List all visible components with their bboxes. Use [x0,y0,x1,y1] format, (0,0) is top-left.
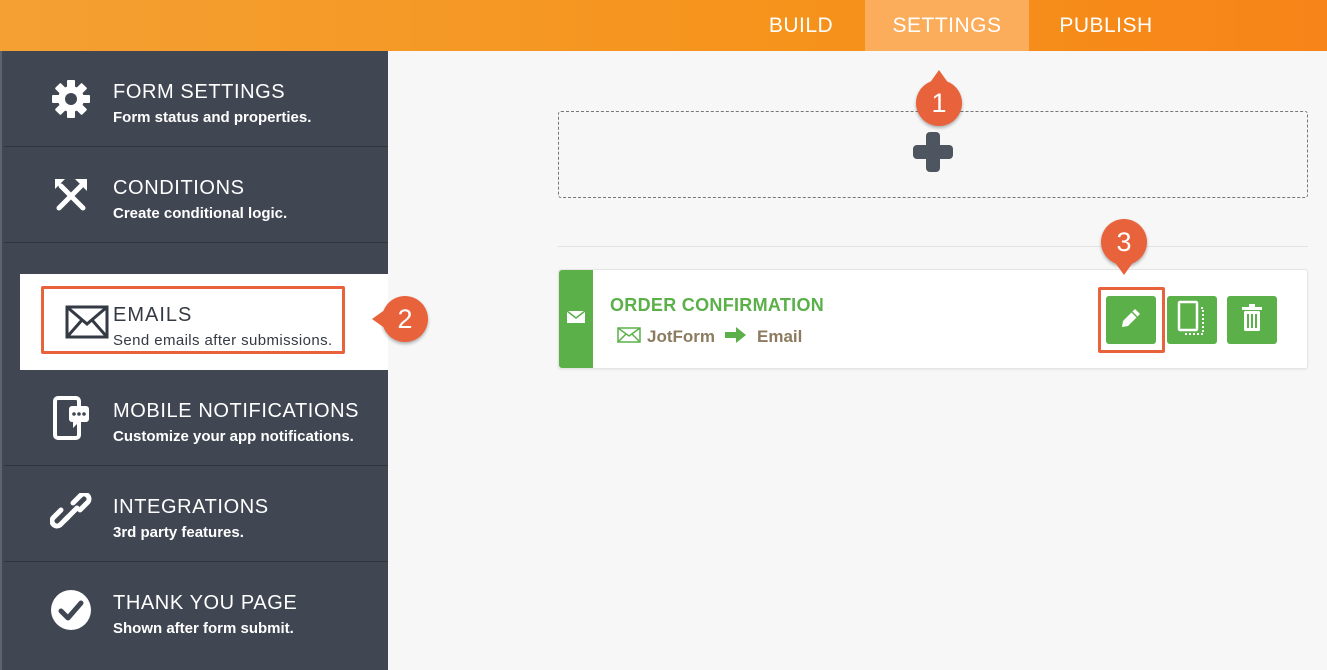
edit-icon [1119,306,1143,335]
sidebar-item-emails[interactable]: EMAILS Send emails after submissions. [20,274,390,370]
tab-publish[interactable]: PUBLISH [1029,0,1183,51]
sidebar-item-title: EMAILS [113,304,193,326]
sidebar-item-thank-you-page[interactable]: THANK YOU PAGE Shown after form submit. [4,562,390,658]
divider [558,246,1308,247]
sidebar-item-form-settings[interactable]: FORM SETTINGS Form status and properties… [4,51,390,147]
plus-icon [911,130,955,179]
sidebar-item-desc: Create conditional logic. [113,205,288,222]
arrow-right-icon [725,326,747,348]
sidebar-item-mobile-notifications[interactable]: MOBILE NOTIFICATIONS Customize your app … [4,370,390,466]
settings-sidebar: FORM SETTINGS Form status and properties… [0,51,390,670]
email-from: JotForm [647,327,715,346]
sidebar-item-desc: Customize your app notifications. [113,428,354,445]
callout-2: 2 [372,296,428,342]
sidebar-item-title: FORM SETTINGS [113,81,286,103]
sidebar-item-title: CONDITIONS [113,177,245,199]
edit-email-button[interactable] [1106,296,1156,344]
tab-settings[interactable]: SETTINGS [865,0,1029,51]
sidebar-item-desc: Shown after form submit. [113,620,294,637]
main-panel: ORDER CONFIRMATION JotForm Email [388,51,1327,670]
callout-number: 1 [931,87,947,118]
email-to: Email [757,327,803,346]
email-notification-card: ORDER CONFIRMATION JotForm Email [558,269,1308,369]
link-icon [48,491,94,537]
clone-email-button[interactable] [1167,296,1217,344]
envelope-icon [566,309,586,329]
callout-1: 1 [916,70,962,126]
sidebar-item-title: INTEGRATIONS [113,496,269,518]
sidebar-item-desc: Form status and properties. [113,109,312,126]
delete-email-button[interactable] [1227,296,1277,344]
sidebar-item-integrations[interactable]: INTEGRATIONS 3rd party features. [4,466,390,562]
envelope-icon [64,299,110,345]
tab-build[interactable]: BUILD [745,0,857,51]
top-nav: BUILD SETTINGS PUBLISH [0,0,1327,51]
sidebar-item-conditions[interactable]: CONDITIONS Create conditional logic. [4,147,390,243]
trash-icon [1241,303,1263,337]
card-type-strip [559,270,593,368]
sidebar-item-title: THANK YOU PAGE [113,592,298,614]
gear-icon [48,76,94,122]
mobile-notification-icon [48,395,94,441]
conditions-icon [48,172,94,218]
check-circle-icon [48,587,94,633]
email-route: JotForm Email [617,326,802,348]
callout-number: 3 [1116,226,1132,257]
callout-3: 3 [1101,219,1147,275]
callout-number: 2 [397,303,413,334]
sidebar-item-title: MOBILE NOTIFICATIONS [113,400,360,422]
sidebar-item-desc: Send emails after submissions. [113,332,333,349]
email-title: ORDER CONFIRMATION [610,295,825,315]
sidebar-item-desc: 3rd party features. [113,524,244,541]
clone-icon [1177,300,1207,341]
envelope-outline-icon [617,326,641,348]
